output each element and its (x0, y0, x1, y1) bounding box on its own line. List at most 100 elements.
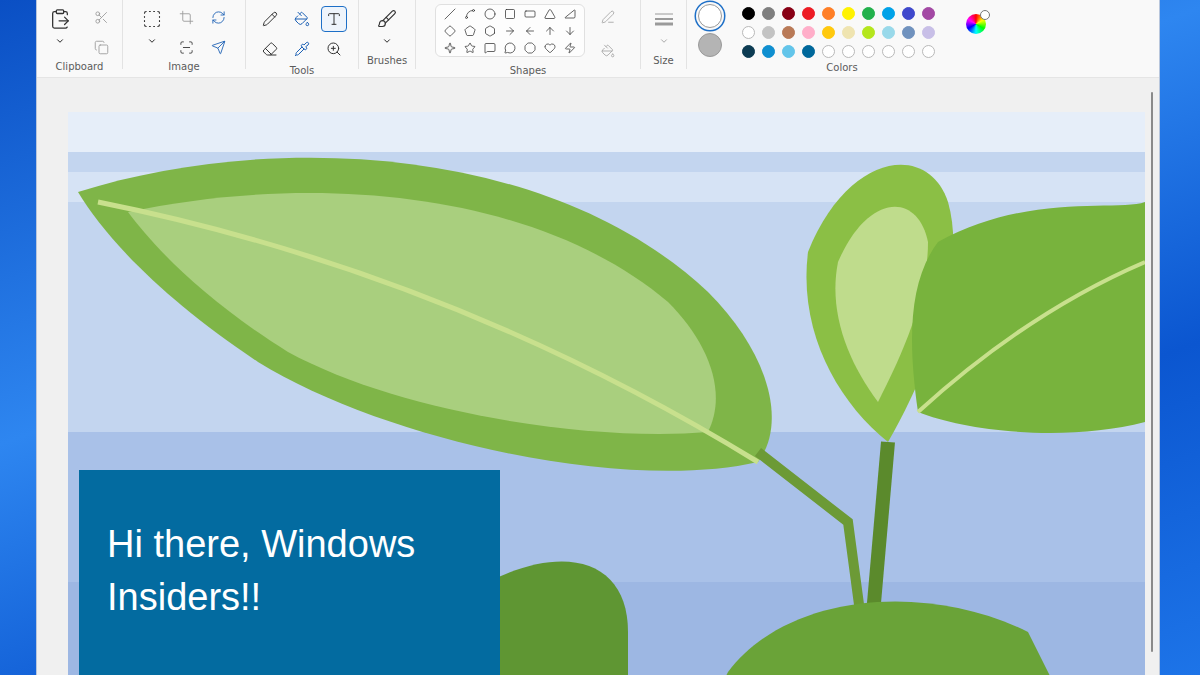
oval-callout-icon[interactable] (504, 42, 516, 54)
color-swatch[interactable] (762, 45, 775, 58)
group-label: Colors (826, 61, 857, 76)
text-line: Insiders!! (107, 571, 480, 624)
color-swatch[interactable] (882, 26, 895, 39)
color-swatch[interactable] (922, 7, 935, 20)
tool-button[interactable] (321, 36, 347, 62)
magnifier-icon (326, 41, 342, 57)
rotate-icon (211, 10, 226, 25)
clipboard-group: Clipboard (37, 0, 123, 69)
text-icon (326, 11, 342, 27)
triangle-icon[interactable] (544, 8, 556, 20)
resize-icon (179, 40, 194, 55)
ribbon: ClipboardImageToolsBrushesShapesSizeColo… (37, 0, 1159, 78)
color-swatch[interactable] (782, 26, 795, 39)
vertical-scrollbar[interactable] (1151, 92, 1153, 652)
primary-color[interactable] (698, 4, 722, 28)
color-swatch[interactable] (802, 7, 815, 20)
right-triangle-icon[interactable] (564, 8, 576, 20)
color-swatch[interactable] (822, 45, 835, 58)
tool-button[interactable] (289, 36, 315, 62)
paste-icon (49, 8, 71, 30)
color-swatch[interactable] (822, 7, 835, 20)
cut-button[interactable] (89, 4, 115, 30)
arrow-up-icon[interactable] (544, 25, 556, 37)
color-swatch[interactable] (902, 26, 915, 39)
line-icon[interactable] (444, 8, 456, 20)
chevron-down-icon (55, 36, 65, 46)
eraser-icon (262, 41, 278, 57)
group-label: Shapes (510, 64, 547, 79)
resize-button[interactable] (173, 34, 199, 60)
colors-group: Colors (687, 0, 997, 69)
cloud-callout-icon[interactable] (524, 42, 536, 54)
select-button[interactable] (137, 4, 167, 34)
group-label: Brushes (367, 54, 407, 69)
crop-button[interactable] (173, 4, 199, 30)
edit-colors-icon[interactable] (966, 14, 986, 34)
color-swatch[interactable] (762, 7, 775, 20)
text-box[interactable]: Hi there, WindowsInsiders!! (79, 470, 500, 675)
rect-callout-icon[interactable] (484, 42, 496, 54)
color-swatch[interactable] (742, 45, 755, 58)
lightning-icon[interactable] (564, 42, 576, 54)
shapes-group: Shapes (416, 0, 641, 69)
chevron-down-icon (382, 36, 392, 46)
color-swatch[interactable] (822, 26, 835, 39)
oval-icon[interactable] (484, 8, 496, 20)
paste-button[interactable] (45, 4, 75, 34)
color-swatch[interactable] (902, 7, 915, 20)
fill-button[interactable] (595, 38, 621, 64)
tool-button[interactable] (289, 6, 315, 32)
size-button[interactable] (649, 4, 679, 34)
color-swatch[interactable] (922, 45, 935, 58)
brushes-group: Brushes (359, 0, 416, 69)
color-swatch[interactable] (802, 26, 815, 39)
flip-button[interactable] (205, 34, 231, 60)
canvas[interactable]: Hi there, WindowsInsiders!! (68, 112, 1145, 675)
color-swatch[interactable] (742, 7, 755, 20)
chevron-down-icon (147, 36, 157, 46)
color-swatch[interactable] (782, 7, 795, 20)
tool-button[interactable] (257, 6, 283, 32)
rectangle-icon[interactable] (504, 8, 516, 20)
color-swatch[interactable] (782, 45, 795, 58)
star-icon[interactable] (464, 42, 476, 54)
curve-icon[interactable] (464, 8, 476, 20)
color-swatch[interactable] (882, 7, 895, 20)
secondary-color[interactable] (698, 33, 722, 57)
color-swatch[interactable] (842, 26, 855, 39)
four-point-star-icon[interactable] (444, 42, 456, 54)
outline-button[interactable] (595, 4, 621, 30)
color-swatch[interactable] (862, 26, 875, 39)
arrow-down-icon[interactable] (564, 25, 576, 37)
line-size-icon (654, 11, 674, 27)
rotate-button[interactable] (205, 4, 231, 30)
color-swatch[interactable] (862, 45, 875, 58)
fill-icon (294, 11, 310, 27)
color-swatch[interactable] (902, 45, 915, 58)
color-swatch[interactable] (862, 7, 875, 20)
copy-button[interactable] (89, 34, 115, 60)
rounded-rectangle-icon[interactable] (524, 8, 536, 20)
heart-icon[interactable] (544, 42, 556, 54)
diamond-icon[interactable] (444, 25, 456, 37)
shapes-gallery (435, 4, 585, 57)
color-swatch[interactable] (802, 45, 815, 58)
workspace: Hi there, WindowsInsiders!! (37, 78, 1159, 675)
color-swatch[interactable] (842, 7, 855, 20)
size-group: Size (641, 0, 687, 69)
arrow-left-icon[interactable] (524, 25, 536, 37)
hexagon-icon[interactable] (484, 25, 496, 37)
color-swatch[interactable] (762, 26, 775, 39)
arrow-right-icon[interactable] (504, 25, 516, 37)
scissors-icon (94, 10, 109, 25)
color-swatch[interactable] (922, 26, 935, 39)
color-swatch[interactable] (742, 26, 755, 39)
pentagon-icon[interactable] (464, 25, 476, 37)
brushes-button[interactable] (372, 4, 402, 34)
tool-button[interactable] (321, 6, 347, 32)
color-swatch[interactable] (882, 45, 895, 58)
color-swatch[interactable] (842, 45, 855, 58)
group-label: Clipboard (56, 60, 104, 75)
tool-button[interactable] (257, 36, 283, 62)
